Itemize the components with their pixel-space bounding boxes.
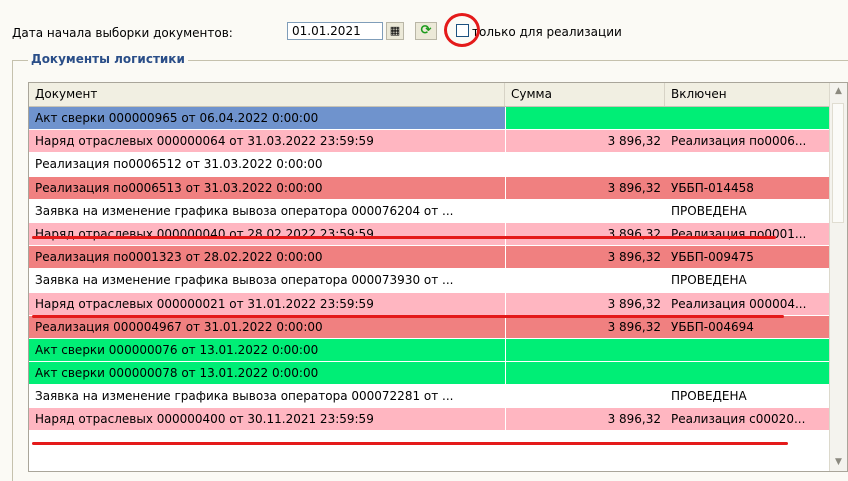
table-row[interactable]: Реализация по0006512 от 31.03.2022 0:00:… bbox=[29, 153, 830, 177]
underline-annotation bbox=[32, 236, 776, 239]
table-row[interactable]: Наряд отраслевых 000000064 от 31.03.2022… bbox=[29, 130, 830, 154]
cell-document: Наряд отраслевых 000000021 от 31.01.2022… bbox=[35, 296, 374, 311]
cell-sum: 3 896,32 bbox=[607, 296, 661, 311]
table-row[interactable]: Реализация по0001323 от 28.02.2022 0:00:… bbox=[29, 246, 830, 270]
cell-sum: 3 896,32 bbox=[607, 180, 661, 195]
cell-included: УББП-004694 bbox=[671, 319, 754, 334]
table-row[interactable]: Заявка на изменение графика вывоза опера… bbox=[29, 385, 830, 409]
column-header-document[interactable]: Документ bbox=[29, 83, 505, 106]
cell-sum bbox=[507, 200, 661, 222]
cell-document: Наряд отраслевых 000000064 от 31.03.2022… bbox=[35, 134, 374, 149]
cell-included: ПРОВЕДЕНА bbox=[671, 203, 747, 218]
documents-table[interactable]: Документ Сумма Включен Акт сверки 000000… bbox=[28, 82, 848, 472]
column-header-included[interactable]: Включен bbox=[665, 83, 830, 106]
cell-included bbox=[671, 153, 827, 175]
cell-included: УББП-014458 bbox=[671, 180, 754, 195]
cell-included: Реализация по0001... bbox=[671, 226, 807, 241]
cell-sum bbox=[507, 385, 661, 407]
cell-included: Реализация с00020... bbox=[671, 412, 806, 427]
date-label: Дата начала выборки документов: bbox=[12, 26, 233, 40]
table-row[interactable]: Наряд отраслевых 000000040 от 28.02.2022… bbox=[29, 222, 830, 247]
table-row[interactable]: Реализация по0006513 от 31.03.2022 0:00:… bbox=[29, 176, 830, 200]
calendar-icon[interactable]: ▦ bbox=[386, 22, 404, 40]
cell-sum: 3 896,32 bbox=[607, 134, 661, 149]
start-date-input[interactable] bbox=[287, 22, 383, 40]
underline-annotation bbox=[32, 442, 788, 445]
cell-included: Реализация по0006... bbox=[671, 134, 807, 149]
cell-included: УББП-009475 bbox=[671, 250, 754, 265]
table-row[interactable]: Акт сверки 000000076 от 13.01.2022 0:00:… bbox=[29, 338, 830, 363]
cell-sum: 3 896,32 bbox=[607, 319, 661, 334]
cell-sum: 3 896,32 bbox=[607, 250, 661, 265]
cell-included bbox=[671, 107, 827, 129]
refresh-icon[interactable]: ⟳ bbox=[415, 22, 437, 40]
table-row[interactable]: Заявка на изменение графика вывоза опера… bbox=[29, 199, 830, 223]
cell-included bbox=[671, 362, 827, 384]
cell-document: Наряд отраслевых 000000400 от 30.11.2021… bbox=[35, 412, 374, 427]
table-body: Акт сверки 000000965 от 06.04.2022 0:00:… bbox=[29, 107, 830, 432]
cell-included: ПРОВЕДЕНА bbox=[671, 273, 747, 288]
cell-document: Акт сверки 000000078 от 13.01.2022 0:00:… bbox=[35, 366, 319, 381]
cell-document: Заявка на изменение графика вывоза опера… bbox=[35, 273, 454, 288]
cell-document: Реализация по0006512 от 31.03.2022 0:00:… bbox=[35, 157, 323, 172]
table-row[interactable]: Наряд отраслевых 000000400 от 30.11.2021… bbox=[29, 408, 830, 432]
cell-document: Заявка на изменение графика вывоза опера… bbox=[35, 203, 454, 218]
cell-document: Наряд отраслевых 000000040 от 28.02.2022… bbox=[35, 226, 374, 241]
scroll-down-icon[interactable]: ▼ bbox=[830, 454, 847, 471]
table-header: Документ Сумма Включен bbox=[29, 83, 830, 107]
cell-included bbox=[671, 339, 827, 361]
cell-sum bbox=[507, 339, 661, 361]
cell-sum bbox=[507, 269, 661, 291]
cell-document: Акт сверки 000000965 от 06.04.2022 0:00:… bbox=[35, 111, 319, 125]
cell-sum bbox=[507, 362, 661, 384]
cell-document: Реализация по0006513 от 31.03.2022 0:00:… bbox=[35, 180, 323, 195]
underline-annotation bbox=[32, 315, 784, 318]
column-header-sum[interactable]: Сумма bbox=[505, 83, 665, 106]
table-row[interactable]: Реализация 000004967 от 31.01.2022 0:00:… bbox=[29, 315, 830, 339]
cell-included: Реализация 000004... bbox=[671, 296, 807, 311]
vertical-scrollbar[interactable]: ▲ ▼ bbox=[829, 83, 847, 471]
cell-sum bbox=[507, 107, 661, 129]
cell-sum: 3 896,32 bbox=[607, 412, 661, 427]
table-row[interactable]: Акт сверки 000000078 от 13.01.2022 0:00:… bbox=[29, 362, 830, 386]
cell-included: ПРОВЕДЕНА bbox=[671, 389, 747, 404]
cell-sum: 3 896,32 bbox=[607, 226, 661, 241]
cell-sum bbox=[507, 153, 661, 175]
table-row[interactable]: Наряд отраслевых 000000021 от 31.01.2022… bbox=[29, 292, 830, 316]
cell-document: Реализация по0001323 от 28.02.2022 0:00:… bbox=[35, 250, 323, 265]
filter-bar: Дата начала выборки документов: ▦ ⟳ толь… bbox=[0, 0, 848, 52]
cell-document: Акт сверки 000000076 от 13.01.2022 0:00:… bbox=[35, 342, 319, 357]
scroll-up-icon[interactable]: ▲ bbox=[830, 83, 847, 100]
scroll-thumb[interactable] bbox=[832, 103, 844, 223]
table-row[interactable]: Заявка на изменение графика вывоза опера… bbox=[29, 269, 830, 293]
cell-document: Заявка на изменение графика вывоза опера… bbox=[35, 389, 454, 404]
only-sales-checkbox[interactable] bbox=[456, 24, 469, 37]
cell-document: Реализация 000004967 от 31.01.2022 0:00:… bbox=[35, 319, 323, 334]
only-sales-label[interactable]: только для реализации bbox=[472, 25, 622, 39]
group-title: Документы логистики bbox=[28, 52, 188, 66]
table-row[interactable]: Акт сверки 000000965 от 06.04.2022 0:00:… bbox=[29, 107, 830, 131]
